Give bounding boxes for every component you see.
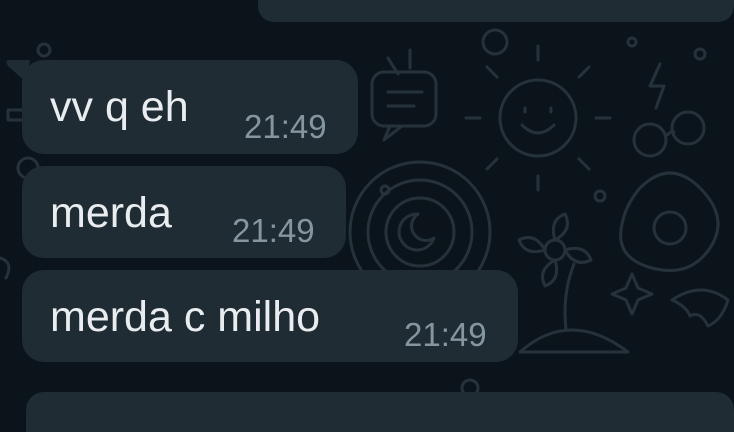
message-time: 21:49: [404, 316, 487, 353]
croissant-doodle: [670, 288, 730, 328]
star-doodle: [610, 272, 654, 316]
message-text: merda: [50, 189, 172, 237]
glasses-doodle: [632, 110, 706, 158]
sun-doodle: [464, 44, 612, 192]
lightning-doodle: [648, 62, 666, 110]
bubble-tail: [6, 60, 30, 82]
message-bubble[interactable]: merda c milho 21:49: [22, 270, 518, 362]
egg-doodle: [619, 171, 720, 272]
message-text: merda c milho: [50, 293, 321, 341]
message-bubble-partial-top[interactable]: [258, 0, 734, 22]
message-text: vv q eh: [50, 83, 189, 131]
message-time: 21:49: [232, 212, 315, 249]
island-doodle: [518, 262, 630, 354]
message-bubble[interactable]: vv q eh 21:49: [22, 60, 358, 154]
chat-doodle: [370, 48, 438, 142]
message-time: 21:49: [244, 108, 327, 145]
message-bubble[interactable]: merda 21:49: [22, 166, 346, 258]
flower-doodle: [517, 212, 593, 288]
message-bubble-partial-bottom[interactable]: [26, 392, 734, 432]
